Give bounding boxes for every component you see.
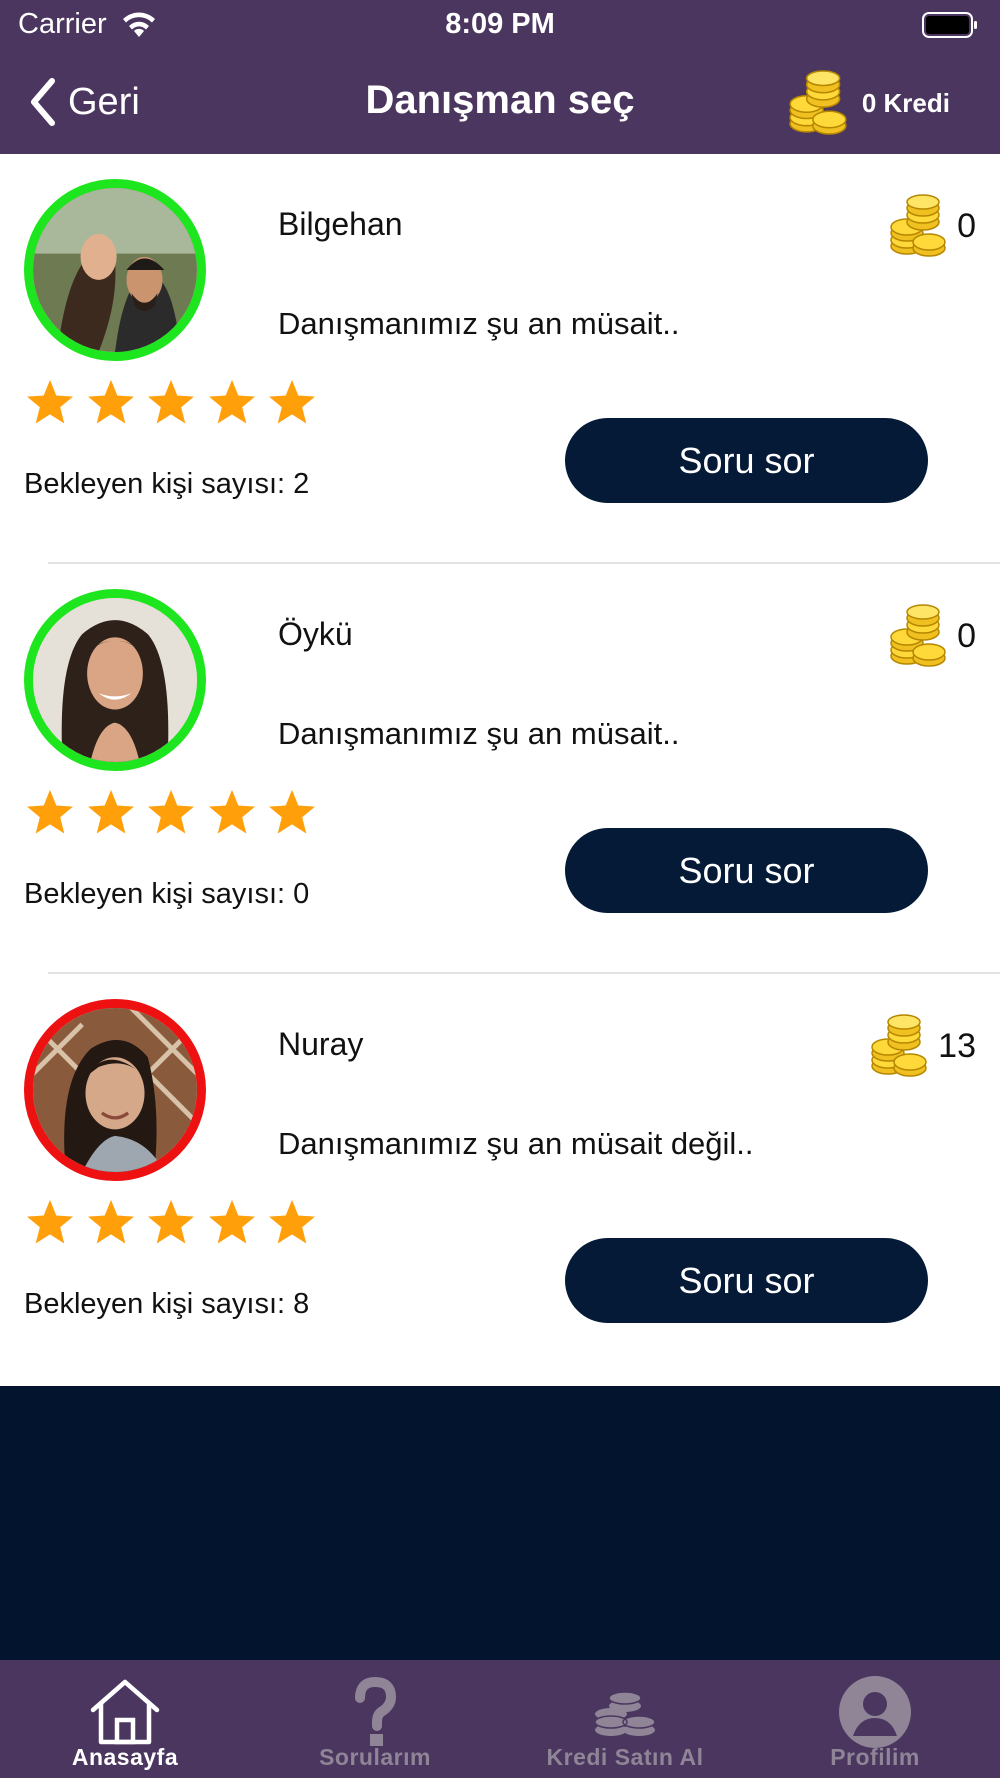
advisor-card: Öykü Danışmanımız şu an müsait.. 0 Bekle… — [0, 564, 1000, 974]
coins-icon — [870, 1014, 930, 1078]
star-icon — [85, 376, 137, 428]
avatar — [24, 999, 206, 1181]
coin-stack-icon — [594, 1691, 656, 1736]
waiting-count: Bekleyen kişi sayısı: 8 — [24, 1288, 310, 1320]
star-icon — [24, 1196, 76, 1248]
advisor-status: Danışmanımız şu an müsait değil.. — [278, 1126, 754, 1161]
advisor-card: Bilgehan Danışmanımız şu an müsait.. 0 B… — [0, 154, 1000, 564]
ask-question-button[interactable]: Soru sor — [565, 1238, 928, 1323]
star-icon — [206, 376, 258, 428]
star-icon — [145, 376, 197, 428]
credit-balance[interactable]: 0 Kredi — [788, 70, 950, 136]
advisor-price: 0 — [889, 604, 976, 668]
status-bar: Carrier 8:09 PM — [0, 0, 1000, 50]
battery-icon — [922, 12, 977, 38]
price-value: 0 — [957, 616, 976, 655]
ask-question-button[interactable]: Soru sor — [565, 828, 928, 913]
star-icon — [85, 1196, 137, 1248]
waiting-count: Bekleyen kişi sayısı: 0 — [24, 878, 310, 910]
coins-icon — [889, 604, 949, 668]
status-time: 8:09 PM — [445, 8, 555, 40]
advisor-price: 13 — [870, 1014, 976, 1078]
tab-label: Profilim — [830, 1744, 920, 1770]
navigation-bar: Geri Danışman seç 0 Kredi — [0, 50, 1000, 154]
advisor-price: 0 — [889, 194, 976, 258]
ask-question-button[interactable]: Soru sor — [565, 418, 928, 503]
star-icon — [85, 786, 137, 838]
advisor-list: Bilgehan Danışmanımız şu an müsait.. 0 B… — [0, 154, 1000, 1386]
advisor-status: Danışmanımız şu an müsait.. — [278, 306, 680, 341]
tab-label: Kredi Satın Al — [546, 1744, 704, 1770]
star-icon — [266, 1196, 318, 1248]
waiting-count: Bekleyen kişi sayısı: 2 — [24, 468, 310, 500]
star-icon — [145, 786, 197, 838]
rating-stars — [24, 1196, 327, 1252]
avatar-photo — [33, 1008, 197, 1172]
tab-profile[interactable]: Profilim — [750, 1660, 1000, 1778]
avatar — [24, 179, 206, 361]
star-icon — [266, 786, 318, 838]
coins-icon — [788, 70, 850, 136]
star-icon — [145, 1196, 197, 1248]
star-icon — [266, 376, 318, 428]
star-icon — [206, 786, 258, 838]
home-icon — [90, 1679, 160, 1745]
rating-stars — [24, 376, 327, 432]
price-value: 13 — [938, 1026, 976, 1065]
rating-stars — [24, 786, 327, 842]
advisor-name: Nuray — [278, 1026, 364, 1062]
profile-icon — [839, 1676, 911, 1748]
advisor-name: Öykü — [278, 616, 353, 652]
star-icon — [24, 786, 76, 838]
advisor-card: Nuray Danışmanımız şu an müsait değil.. … — [0, 974, 1000, 1384]
price-value: 0 — [957, 206, 976, 245]
avatar — [24, 589, 206, 771]
tab-buy-credit[interactable]: Kredi Satın Al — [500, 1660, 750, 1778]
star-icon — [24, 376, 76, 428]
tab-questions[interactable]: Sorularım — [250, 1660, 500, 1778]
coins-icon — [889, 194, 949, 258]
question-icon — [355, 1676, 397, 1746]
avatar-photo — [33, 188, 197, 352]
tab-label: Sorularım — [319, 1744, 431, 1770]
advisor-name: Bilgehan — [278, 206, 403, 242]
tab-label: Anasayfa — [71, 1744, 179, 1770]
advisor-status: Danışmanımız şu an müsait.. — [278, 716, 680, 751]
avatar-photo — [33, 598, 197, 762]
credit-label: 0 Kredi — [861, 87, 950, 118]
tab-bar: Anasayfa Sorularım Kredi Satın Al Profil… — [0, 1660, 1000, 1778]
star-icon — [206, 1196, 258, 1248]
tab-home[interactable]: Anasayfa — [0, 1660, 250, 1778]
